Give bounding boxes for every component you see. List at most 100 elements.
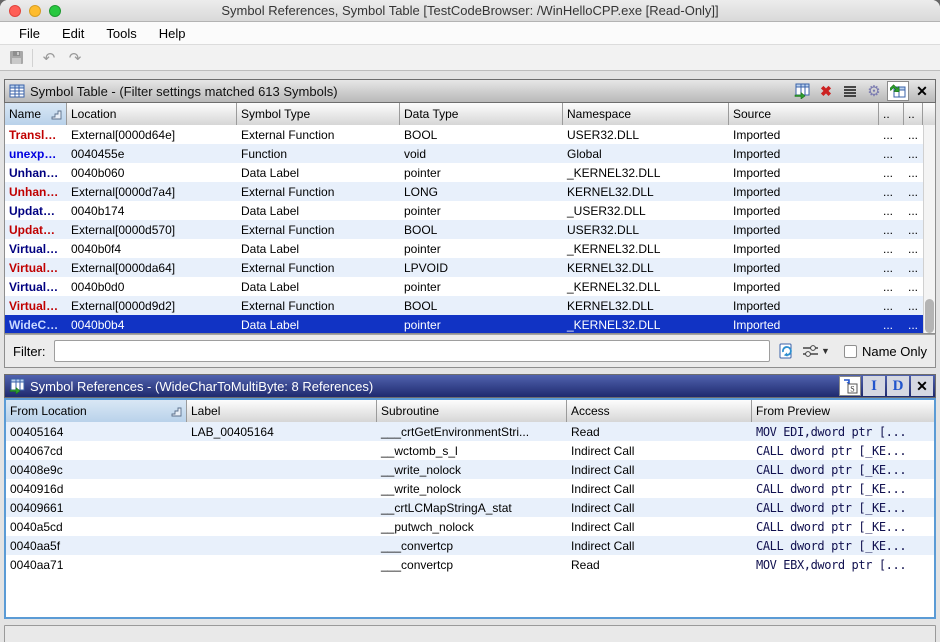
column-header--[interactable]: .. [879, 103, 904, 125]
column-header-symbol-type[interactable]: Symbol Type [237, 103, 400, 125]
cell-access: Indirect Call [567, 539, 752, 553]
cell-offcut: ... [904, 128, 923, 142]
cell-subroutine: __write_nolock [377, 482, 567, 496]
cell-name: Virtual… [5, 261, 67, 275]
table-row[interactable]: Virtual…0040b0d0Data Labelpointer_KERNEL… [5, 277, 923, 296]
table-row[interactable]: 0040aa5f___convertcpIndirect CallCALL dw… [6, 536, 934, 555]
menu-help[interactable]: Help [148, 26, 197, 41]
column-header-subroutine[interactable]: Subroutine [377, 400, 567, 422]
column-header--[interactable]: .. [904, 103, 923, 125]
cell-source: Imported [729, 223, 879, 237]
empty-table-space [6, 574, 934, 617]
column-header-location[interactable]: Location [67, 103, 237, 125]
filter-list-icon[interactable] [839, 81, 861, 101]
make-selection-icon[interactable] [791, 81, 813, 101]
cell-source: Imported [729, 261, 879, 275]
settings-gear-icon[interactable]: ⚙ [863, 81, 885, 101]
table-row[interactable]: Updat…External[0000d570]External Functio… [5, 220, 923, 239]
table-row[interactable]: Virtual…0040b0f4Data Labelpointer_KERNEL… [5, 239, 923, 258]
filter-input[interactable] [54, 340, 771, 362]
column-header-namespace[interactable]: Namespace [563, 103, 729, 125]
table-row[interactable]: Unhan…External[0000d7a4]External Functio… [5, 182, 923, 201]
cell-from_location: 004067cd [6, 444, 187, 458]
column-header-source[interactable]: Source [729, 103, 879, 125]
symbol-references-icon [9, 378, 25, 394]
table-row[interactable]: 00408e9c__write_nolockIndirect CallCALL … [6, 460, 934, 479]
filter-options-icon[interactable]: ▼ [802, 341, 830, 361]
cell-symbol_type: Data Label [237, 280, 400, 294]
menu-tools[interactable]: Tools [95, 26, 147, 41]
table-row[interactable]: 00405164LAB_00405164___crtGetEnvironment… [6, 422, 934, 441]
column-header-from-preview[interactable]: From Preview [752, 400, 934, 422]
main-content: Symbol Table - (Filter settings matched … [0, 71, 940, 642]
close-button[interactable] [9, 5, 21, 17]
cell-access: Read [567, 558, 752, 572]
cell-namespace: Global [563, 147, 729, 161]
table-row[interactable]: 004067cd__wctomb_s_lIndirect CallCALL dw… [6, 441, 934, 460]
cell-source: Imported [729, 280, 879, 294]
symbol-references-header: From LocationLabelSubroutineAccessFrom P… [6, 400, 934, 422]
delete-symbol-icon[interactable]: ✖ [815, 81, 837, 101]
minimize-button[interactable] [29, 5, 41, 17]
cell-offcut: ... [904, 147, 923, 161]
menu-file[interactable]: File [8, 26, 51, 41]
cell-location: 0040b174 [67, 204, 237, 218]
toolbar-separator [32, 49, 33, 67]
symbol-references-body: 00405164LAB_00405164___crtGetEnvironment… [6, 422, 934, 574]
filter-bar: Filter: ▼ Name Only [4, 334, 936, 368]
name-only-checkbox[interactable] [844, 345, 857, 358]
cell-from_preview: CALL dword ptr [_KE... [752, 482, 934, 496]
navigate-selection-icon[interactable] [887, 81, 909, 101]
close-icon[interactable]: ✕ [911, 81, 933, 101]
table-row[interactable]: WideC…0040b0b4Data Labelpointer_KERNEL32… [5, 315, 923, 334]
cell-subroutine: __wctomb_s_l [377, 444, 567, 458]
column-header-name[interactable]: Name [5, 103, 67, 125]
column-header-label[interactable]: Label [187, 400, 377, 422]
table-row[interactable]: Virtual…External[0000da64]External Funct… [5, 258, 923, 277]
save-icon[interactable] [6, 48, 26, 68]
cell-ref: ... [879, 318, 904, 332]
cell-name: unexp… [5, 147, 67, 161]
column-header-from-location[interactable]: From Location [6, 400, 187, 422]
cell-location: External[0000da64] [67, 261, 237, 275]
redo-icon[interactable]: ↷ [65, 48, 85, 68]
name-only-option[interactable]: Name Only [844, 344, 927, 359]
follow-selection-icon[interactable]: S [839, 376, 861, 396]
cell-data_type: pointer [400, 166, 563, 180]
cell-name: Updat… [5, 223, 67, 237]
cell-name: Virtual… [5, 280, 67, 294]
cell-from_preview: MOV EDI,dword ptr [... [752, 425, 934, 439]
instruction-references-icon[interactable]: I [863, 376, 885, 396]
column-header-data-type[interactable]: Data Type [400, 103, 563, 125]
zoom-button[interactable] [49, 5, 61, 17]
menu-edit[interactable]: Edit [51, 26, 95, 41]
clear-filter-icon[interactable] [778, 341, 794, 361]
table-row[interactable]: Virtual…External[0000d9d2]External Funct… [5, 296, 923, 315]
table-row[interactable]: Unhan…0040b060Data Labelpointer_KERNEL32… [5, 163, 923, 182]
cell-offcut: ... [904, 299, 923, 313]
undo-icon[interactable]: ↶ [39, 48, 59, 68]
symbol-table-scrollbar[interactable] [923, 125, 935, 334]
cell-location: External[0000d7a4] [67, 185, 237, 199]
cell-symbol_type: External Function [237, 223, 400, 237]
cell-source: Imported [729, 185, 879, 199]
data-references-icon[interactable]: D [887, 376, 909, 396]
table-row[interactable]: 0040aa71___convertcpReadMOV EBX,dword pt… [6, 555, 934, 574]
cell-subroutine: __crtLCMapStringA_stat [377, 501, 567, 515]
table-row[interactable]: 0040a5cd__putwch_nolockIndirect CallCALL… [6, 517, 934, 536]
table-row[interactable]: 00409661__crtLCMapStringA_statIndirect C… [6, 498, 934, 517]
cell-access: Indirect Call [567, 501, 752, 515]
cell-symbol_type: Data Label [237, 318, 400, 332]
table-row[interactable]: Transl…External[0000d64e]External Functi… [5, 125, 923, 144]
cell-symbol_type: Data Label [237, 166, 400, 180]
cell-access: Indirect Call [567, 482, 752, 496]
table-row[interactable]: unexp…0040455eFunctionvoidGlobalImported… [5, 144, 923, 163]
column-header-access[interactable]: Access [567, 400, 752, 422]
scrollbar-thumb[interactable] [925, 299, 934, 333]
cell-name: Unhan… [5, 166, 67, 180]
symbol-table-titlebar: Symbol Table - (Filter settings matched … [4, 79, 936, 103]
close-icon[interactable]: ✕ [911, 376, 933, 396]
symbol-table-title: Symbol Table - (Filter settings matched … [30, 84, 791, 99]
table-row[interactable]: 0040916d__write_nolockIndirect CallCALL … [6, 479, 934, 498]
table-row[interactable]: Updat…0040b174Data Labelpointer_USER32.D… [5, 201, 923, 220]
